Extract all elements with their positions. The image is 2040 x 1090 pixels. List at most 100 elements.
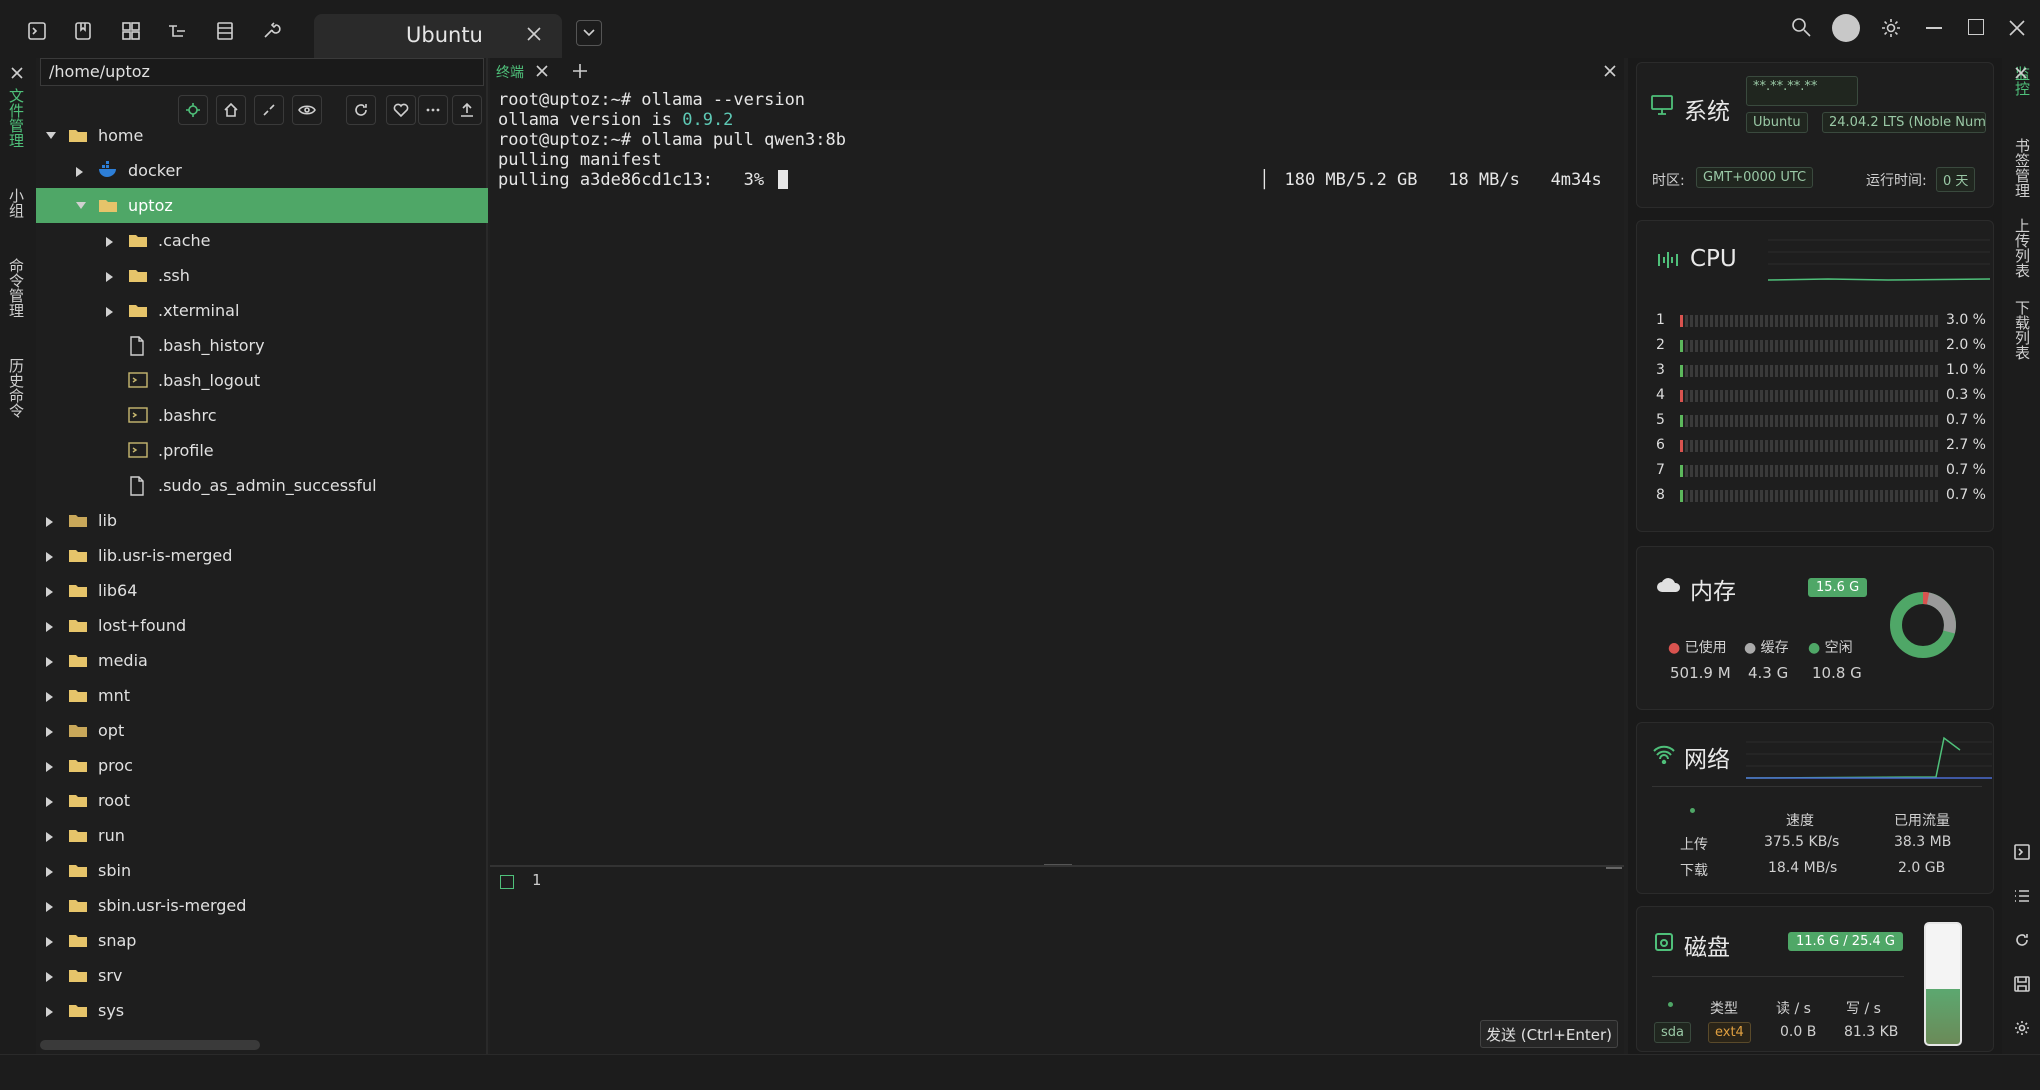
chevron-right-icon[interactable] <box>106 237 113 247</box>
chevron-right-icon[interactable] <box>46 587 53 597</box>
refresh-icon[interactable] <box>2014 932 2030 948</box>
disk-read: 0.0 B <box>1780 1024 1817 1040</box>
chevron-right-icon[interactable] <box>46 727 53 737</box>
tree-row[interactable]: .bash_history <box>36 328 488 363</box>
tree-row[interactable]: .sudo_as_admin_successful <box>36 468 488 503</box>
tab-terminal[interactable]: 终端 <box>496 62 524 82</box>
save-icon[interactable] <box>2014 976 2030 992</box>
terminal-tab-close-icon[interactable] <box>536 65 548 77</box>
gear-icon[interactable] <box>1880 17 1902 39</box>
sidebar-tab-bookmarks[interactable]: 书签管理 <box>2012 138 2033 198</box>
tree-row[interactable]: docker <box>36 153 488 188</box>
chevron-right-icon[interactable] <box>76 167 83 177</box>
chevron-right-icon[interactable] <box>106 272 113 282</box>
search-icon[interactable] <box>1790 16 1812 38</box>
tree-row[interactable]: snap <box>36 923 488 958</box>
path-input[interactable]: /home/uptoz <box>40 58 484 86</box>
cpu-core-marker <box>1680 465 1683 477</box>
tree-row[interactable]: srv <box>36 958 488 993</box>
chevron-right-icon[interactable] <box>46 762 53 772</box>
window-close-button[interactable] <box>2008 19 2026 37</box>
send-button[interactable]: 发送 (Ctrl+Enter) <box>1480 1020 1618 1048</box>
chevron-right-icon[interactable] <box>46 1007 53 1017</box>
chevron-right-icon[interactable] <box>46 937 53 947</box>
cpu-core-row: 3 1.0 % <box>1656 360 1992 382</box>
chevron-right-icon[interactable] <box>46 657 53 667</box>
chevron-right-icon[interactable] <box>46 622 53 632</box>
chevron-right-icon[interactable] <box>46 832 53 842</box>
bookmark-icon[interactable] <box>70 18 96 44</box>
close-right-panel-icon[interactable] <box>2014 66 2028 80</box>
tree-row[interactable]: .bash_logout <box>36 363 488 398</box>
terminal-close-icon[interactable] <box>1604 65 1616 77</box>
tree-row[interactable]: .bashrc <box>36 398 488 433</box>
horizontal-scrollbar[interactable] <box>40 1040 260 1050</box>
tree-row[interactable]: lib <box>36 503 488 538</box>
tab-ubuntu[interactable]: Ubuntu <box>314 14 562 58</box>
sidebar-tab-uploads[interactable]: 上传列表 <box>2012 218 2033 278</box>
tree-item-label: lost+found <box>98 616 187 635</box>
tab-dropdown-button[interactable] <box>576 20 602 46</box>
terminal-icon[interactable] <box>24 18 50 44</box>
terminal-output[interactable]: root@uptoz:~# ollama --version ollama ve… <box>490 90 1624 865</box>
cpu-core-marker <box>1680 340 1683 352</box>
tree-row[interactable]: .ssh <box>36 258 488 293</box>
tree-row[interactable]: lib.usr-is-merged <box>36 538 488 573</box>
sidebar-tab-history[interactable]: 历史命令 <box>6 358 27 418</box>
cpu-core-bar <box>1680 390 1940 402</box>
tree-row[interactable]: sys <box>36 993 488 1028</box>
tree-row[interactable]: run <box>36 818 488 853</box>
disk-gauge <box>1924 922 1962 1046</box>
tree-row[interactable]: lost+found <box>36 608 488 643</box>
sidebar-tab-files[interactable]: 文件管理 <box>6 88 27 148</box>
tab-title: Ubuntu <box>406 23 483 47</box>
list-icon[interactable] <box>2014 888 2030 904</box>
chevron-right-icon[interactable] <box>46 517 53 527</box>
tree-row[interactable]: mnt <box>36 678 488 713</box>
chevron-right-icon[interactable] <box>106 307 113 317</box>
tree-row[interactable]: proc <box>36 748 488 783</box>
layout-icon[interactable] <box>118 18 144 44</box>
sidebar-tab-group[interactable]: 小组 <box>6 188 27 218</box>
chevron-down-icon[interactable] <box>46 132 56 139</box>
tree-row[interactable]: sbin <box>36 853 488 888</box>
speed-header: 速度 <box>1786 813 1814 829</box>
cpu-core-marker <box>1680 365 1683 377</box>
chevron-right-icon[interactable] <box>46 867 53 877</box>
tree-row[interactable]: .profile <box>36 433 488 468</box>
list-icon[interactable] <box>212 18 238 44</box>
tree-row[interactable]: opt <box>36 713 488 748</box>
tree-row[interactable]: home <box>36 118 488 153</box>
cpu-core-number: 3 <box>1656 362 1665 378</box>
chevron-down-icon[interactable] <box>76 202 86 209</box>
tree-row[interactable]: .cache <box>36 223 488 258</box>
wrench-icon[interactable] <box>258 18 284 44</box>
maximize-button[interactable] <box>1968 19 1984 35</box>
chevron-right-icon[interactable] <box>46 972 53 982</box>
tree-icon[interactable] <box>164 18 190 44</box>
sidebar-tab-commands[interactable]: 命令管理 <box>6 258 27 318</box>
add-tab-icon[interactable] <box>572 63 588 79</box>
sidebar-tab-downloads[interactable]: 下载列表 <box>2012 300 2033 360</box>
ip-tag[interactable]: **.**.**.** <box>1746 76 1858 106</box>
chevron-right-icon[interactable] <box>46 797 53 807</box>
folder-icon <box>128 231 148 249</box>
tree-row[interactable]: media <box>36 643 488 678</box>
close-panel-icon[interactable] <box>10 66 24 80</box>
ip-masked: **.**.**.** <box>1753 79 1818 94</box>
terminal-icon[interactable] <box>2014 844 2030 860</box>
tree-row[interactable]: lib64 <box>36 573 488 608</box>
command-input-area[interactable]: 1 <box>490 865 1624 1055</box>
tree-row[interactable]: uptoz <box>36 188 488 223</box>
avatar[interactable] <box>1832 14 1860 42</box>
chevron-right-icon[interactable] <box>46 902 53 912</box>
cpu-core-marker <box>1680 390 1683 402</box>
tree-row[interactable]: sbin.usr-is-merged <box>36 888 488 923</box>
tree-row[interactable]: root <box>36 783 488 818</box>
settings-icon[interactable] <box>2014 1020 2030 1036</box>
minimize-button[interactable] <box>1926 27 1942 29</box>
chevron-right-icon[interactable] <box>46 692 53 702</box>
tree-row[interactable]: .xterminal <box>36 293 488 328</box>
chevron-right-icon[interactable] <box>46 552 53 562</box>
close-icon[interactable] <box>526 26 542 42</box>
